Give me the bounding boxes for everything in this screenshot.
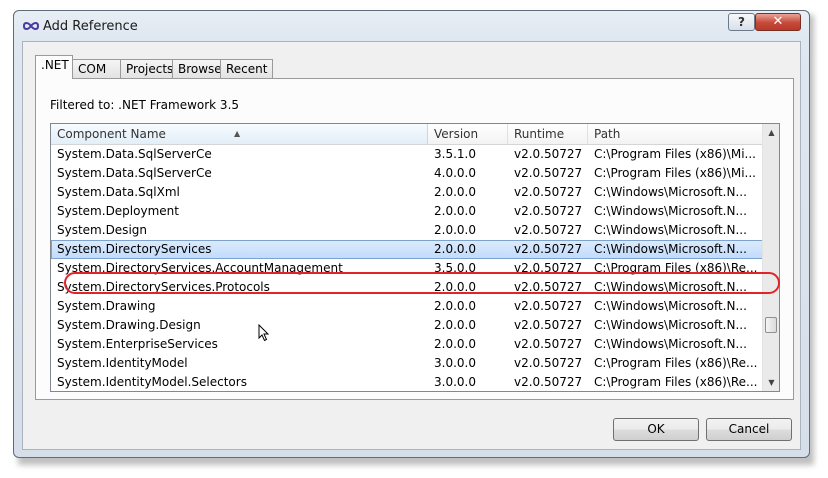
table-row[interactable]: System.Drawing 2.0.0.0 v2.0.50727 C:\Win… bbox=[51, 297, 763, 316]
cell-name: System.DirectoryServices.AccountManageme… bbox=[57, 261, 343, 275]
component-list[interactable]: Component Name ▲ Version Runtime Path Sy… bbox=[50, 123, 780, 392]
cell-name: System.DirectoryServices.Protocols bbox=[57, 280, 270, 294]
table-row[interactable]: System.DirectoryServices.Protocols 2.0.0… bbox=[51, 278, 763, 297]
cell-runtime: v2.0.50727 bbox=[514, 356, 583, 370]
cell-path: C:\Windows\Microsoft.N... bbox=[594, 299, 747, 313]
cell-runtime: v2.0.50727 bbox=[514, 318, 583, 332]
cell-runtime: v2.0.50727 bbox=[514, 299, 583, 313]
cell-path: C:\Windows\Microsoft.N... bbox=[594, 204, 747, 218]
cell-runtime: v2.0.50727 bbox=[514, 204, 583, 218]
table-row[interactable]: System.Data.SqlXml 2.0.0.0 v2.0.50727 C:… bbox=[51, 183, 763, 202]
table-row[interactable]: System.IdentityModel 3.0.0.0 v2.0.50727 … bbox=[51, 354, 763, 373]
cell-version: 3.5.1.0 bbox=[434, 147, 476, 161]
tab-projects[interactable]: Projects bbox=[120, 59, 173, 78]
tab-recent[interactable]: Recent bbox=[220, 59, 273, 78]
tab-browse[interactable]: Browse bbox=[172, 59, 222, 78]
cell-path: C:\Program Files (x86)\Mi... bbox=[594, 166, 756, 180]
column-header-version[interactable]: Version bbox=[428, 124, 508, 144]
cell-runtime: v2.0.50727 bbox=[514, 337, 583, 351]
scroll-down-icon[interactable]: ▼ bbox=[763, 374, 779, 391]
title-bar[interactable]: Add Reference ? ✕ bbox=[14, 11, 809, 41]
table-row-selected[interactable]: System.DirectoryServices 2.0.0.0 v2.0.50… bbox=[51, 240, 763, 259]
cell-path: C:\Windows\Microsoft.N... bbox=[594, 223, 747, 237]
cell-runtime: v2.0.50727 bbox=[514, 147, 583, 161]
cell-path: C:\Program Files (x86)\Mi... bbox=[594, 147, 756, 161]
cell-path: C:\Program Files (x86)\Re... bbox=[594, 261, 758, 275]
cell-path: C:\Program Files (x86)\Re... bbox=[594, 356, 758, 370]
filter-label: Filtered to: .NET Framework 3.5 bbox=[50, 98, 240, 112]
column-header-runtime[interactable]: Runtime bbox=[508, 124, 588, 144]
list-rows: System.Data.SqlServerCe 3.5.1.0 v2.0.507… bbox=[51, 145, 763, 391]
ok-button[interactable]: OK bbox=[613, 418, 699, 441]
scroll-up-icon[interactable]: ▲ bbox=[763, 124, 779, 141]
cell-version: 4.0.0.0 bbox=[434, 166, 476, 180]
column-header-path[interactable]: Path bbox=[588, 124, 763, 144]
cell-runtime: v2.0.50727 bbox=[514, 185, 583, 199]
cell-version: 2.0.0.0 bbox=[434, 318, 476, 332]
cell-version: 3.5.0.0 bbox=[434, 261, 476, 275]
cell-version: 3.0.0.0 bbox=[434, 375, 476, 389]
cell-version: 3.0.0.0 bbox=[434, 356, 476, 370]
cell-name: System.IdentityModel.Selectors bbox=[57, 375, 247, 389]
sort-ascending-icon: ▲ bbox=[234, 129, 241, 138]
cell-name: System.EnterpriseServices bbox=[57, 337, 218, 351]
cell-name: System.Deployment bbox=[57, 204, 179, 218]
add-reference-dialog: Add Reference ? ✕ .NET COM Projects Brow… bbox=[13, 10, 810, 458]
cell-path: C:\Windows\Microsoft.N... bbox=[594, 280, 747, 294]
table-row[interactable]: System.Data.SqlServerCe 3.5.1.0 v2.0.507… bbox=[51, 145, 763, 164]
cell-name: System.IdentityModel bbox=[57, 356, 188, 370]
scrollbar-thumb[interactable] bbox=[765, 317, 777, 333]
cell-version: 2.0.0.0 bbox=[434, 242, 476, 256]
cell-runtime: v2.0.50727 bbox=[514, 166, 583, 180]
column-header-component-name[interactable]: Component Name ▲ bbox=[51, 124, 428, 144]
cell-version: 2.0.0.0 bbox=[434, 337, 476, 351]
vertical-scrollbar[interactable]: ▲ ▼ bbox=[762, 124, 779, 391]
table-row[interactable]: System.EnterpriseServices 2.0.0.0 v2.0.5… bbox=[51, 335, 763, 354]
cell-name: System.DirectoryServices bbox=[57, 242, 212, 256]
visual-studio-icon bbox=[22, 22, 40, 30]
tab-panel-dotnet: Filtered to: .NET Framework 3.5 Componen… bbox=[35, 78, 794, 400]
table-row[interactable]: System.Data.SqlServerCe 4.0.0.0 v2.0.507… bbox=[51, 164, 763, 183]
tab-com[interactable]: COM bbox=[72, 59, 121, 78]
cell-path: C:\Windows\Microsoft.N... bbox=[594, 337, 747, 351]
cell-path: C:\Program Files (x86)\Re... bbox=[594, 375, 758, 389]
cell-name: System.Data.SqlServerCe bbox=[57, 166, 212, 180]
table-row[interactable]: System.Design 2.0.0.0 v2.0.50727 C:\Wind… bbox=[51, 221, 763, 240]
cell-path: C:\Windows\Microsoft.N... bbox=[594, 185, 747, 199]
cell-runtime: v2.0.50727 bbox=[514, 375, 583, 389]
cell-name: System.Drawing bbox=[57, 299, 156, 313]
cell-runtime: v2.0.50727 bbox=[514, 261, 583, 275]
cell-runtime: v2.0.50727 bbox=[514, 223, 583, 237]
cell-path: C:\Windows\Microsoft.N... bbox=[594, 242, 747, 256]
table-row[interactable]: System.Deployment 2.0.0.0 v2.0.50727 C:\… bbox=[51, 202, 763, 221]
cell-name: System.Data.SqlServerCe bbox=[57, 147, 212, 161]
cell-version: 2.0.0.0 bbox=[434, 223, 476, 237]
table-row[interactable]: System.IdentityModel.Selectors 3.0.0.0 v… bbox=[51, 373, 763, 391]
cell-version: 2.0.0.0 bbox=[434, 185, 476, 199]
mouse-cursor-icon bbox=[258, 324, 270, 342]
list-header: Component Name ▲ Version Runtime Path bbox=[51, 124, 763, 145]
cell-name: System.Design bbox=[57, 223, 147, 237]
table-row[interactable]: System.DirectoryServices.AccountManageme… bbox=[51, 259, 763, 278]
cell-name: System.Drawing.Design bbox=[57, 318, 201, 332]
cell-runtime: v2.0.50727 bbox=[514, 280, 583, 294]
table-row[interactable]: System.Drawing.Design 2.0.0.0 v2.0.50727… bbox=[51, 316, 763, 335]
cell-version: 2.0.0.0 bbox=[434, 204, 476, 218]
cell-path: C:\Windows\Microsoft.N... bbox=[594, 318, 747, 332]
cancel-button[interactable]: Cancel bbox=[706, 418, 792, 441]
tab-dotnet[interactable]: .NET bbox=[35, 55, 73, 79]
help-button[interactable]: ? bbox=[728, 13, 755, 31]
column-header-label: Component Name bbox=[57, 127, 166, 141]
cell-runtime: v2.0.50727 bbox=[514, 242, 583, 256]
dialog-client-area: .NET COM Projects Browse Recent Filtered… bbox=[22, 41, 801, 450]
cell-name: System.Data.SqlXml bbox=[57, 185, 180, 199]
close-button[interactable]: ✕ bbox=[755, 13, 801, 31]
window-title: Add Reference bbox=[43, 19, 138, 34]
cell-version: 2.0.0.0 bbox=[434, 299, 476, 313]
cell-version: 2.0.0.0 bbox=[434, 280, 476, 294]
